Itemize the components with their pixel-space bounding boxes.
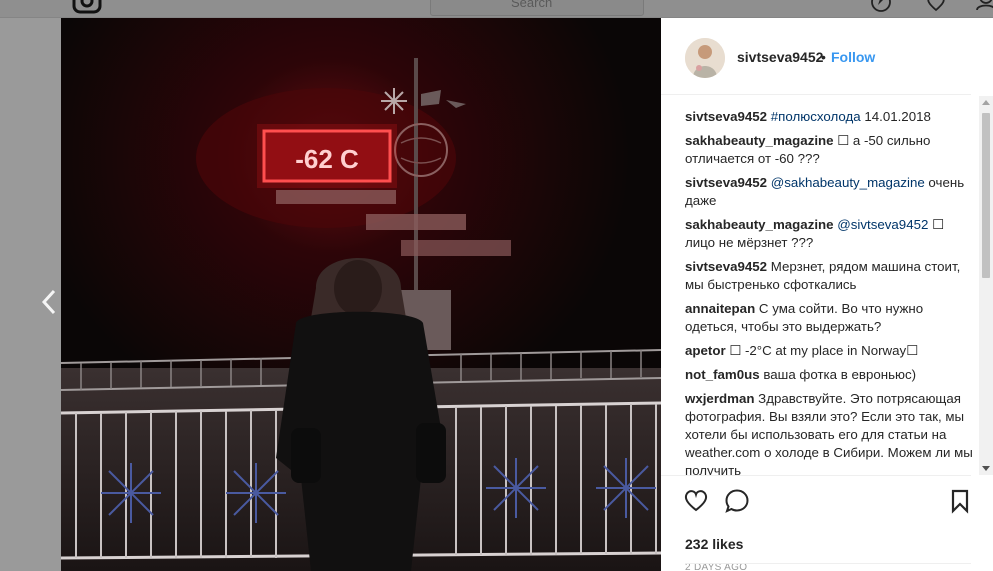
comment-username[interactable]: not_fam0us: [685, 367, 760, 382]
heart-activity-icon[interactable]: [925, 0, 947, 16]
comment-mention-link[interactable]: @sivtseva9452: [837, 217, 928, 232]
comment-item: sivtseva9452 #полюсхолода 14.01.2018: [685, 108, 975, 126]
previous-post-chevron-left-icon[interactable]: [38, 287, 60, 317]
instagram-logo-icon[interactable]: [72, 0, 102, 16]
comment-item: sivtseva9452 Мерзнет, рядом машина стоит…: [685, 258, 975, 294]
comment-username[interactable]: sivtseva9452: [685, 175, 767, 190]
background-page-header: Search: [0, 0, 993, 18]
comment-mention-link[interactable]: #полюсхолода: [771, 109, 861, 124]
comment-username[interactable]: sivtseva9452: [685, 259, 767, 274]
post-header: sivtseva9452 • Follow: [661, 18, 971, 95]
comment-item: wxjerdman Здравствуйте. Это потрясающая …: [685, 390, 975, 475]
follow-button[interactable]: Follow: [831, 49, 875, 65]
comment-username[interactable]: annaitepan: [685, 301, 755, 316]
comment-text: ваша фотка в евроньюс): [763, 367, 917, 382]
like-heart-icon[interactable]: [683, 488, 709, 514]
scroll-up-arrow-icon[interactable]: [982, 100, 990, 105]
post-details-panel: sivtseva9452 • Follow sivtseva9452 #полю…: [661, 18, 993, 571]
comment-item: apetor ☐ -2°C at my place in Norway☐: [685, 342, 975, 360]
comment-username[interactable]: sivtseva9452: [685, 109, 767, 124]
comment-username[interactable]: apetor: [685, 343, 726, 358]
comment-text: 14.01.2018: [860, 109, 931, 124]
post-photo[interactable]: -62 C: [61, 18, 661, 571]
comment-item: not_fam0us ваша фотка в евроньюс): [685, 366, 975, 384]
post-author-username[interactable]: sivtseva9452: [737, 49, 823, 65]
profile-icon[interactable]: [975, 0, 993, 16]
comment-item: annaitepan С ума сойти. Во что нужно оде…: [685, 300, 975, 336]
comment-item: sakhabeauty_magazine @sivtseva9452 ☐ лиц…: [685, 216, 975, 252]
comment-text: ☐ -2°C at my place in Norway☐: [729, 343, 919, 358]
save-bookmark-icon[interactable]: [947, 488, 973, 514]
comment-mention-link[interactable]: @sakhabeauty_magazine: [771, 175, 925, 190]
scrollbar-thumb[interactable]: [982, 113, 990, 278]
comment-item: sivtseva9452 @sakhabeauty_magazine очень…: [685, 174, 975, 210]
comments-scrollbar[interactable]: [979, 96, 993, 475]
comment-bubble-icon[interactable]: [724, 488, 750, 514]
avatar-image: [685, 38, 725, 78]
avatar[interactable]: [685, 38, 725, 78]
search-input[interactable]: Search: [430, 0, 644, 16]
comment-username[interactable]: wxjerdman: [685, 391, 754, 406]
night-thermometer-photo: -62 C: [61, 18, 661, 571]
temperature-sign-text: -62 C: [295, 144, 359, 174]
likes-count[interactable]: 232 likes: [685, 536, 743, 552]
scroll-down-arrow-icon[interactable]: [982, 466, 990, 471]
divider: [685, 563, 971, 564]
comments-list[interactable]: sivtseva9452 #полюсхолода 14.01.2018 sakh…: [685, 108, 975, 475]
comment-username[interactable]: sakhabeauty_magazine: [685, 133, 834, 148]
explore-compass-icon[interactable]: [870, 0, 892, 16]
separator-dot: •: [821, 49, 826, 65]
post-actions: 232 likes 2 DAYS AGO: [661, 475, 971, 571]
search-placeholder: Search: [511, 0, 553, 10]
comment-username[interactable]: sakhabeauty_magazine: [685, 217, 834, 232]
comment-item: sakhabeauty_magazine ☐ а -50 сильно отли…: [685, 132, 975, 168]
